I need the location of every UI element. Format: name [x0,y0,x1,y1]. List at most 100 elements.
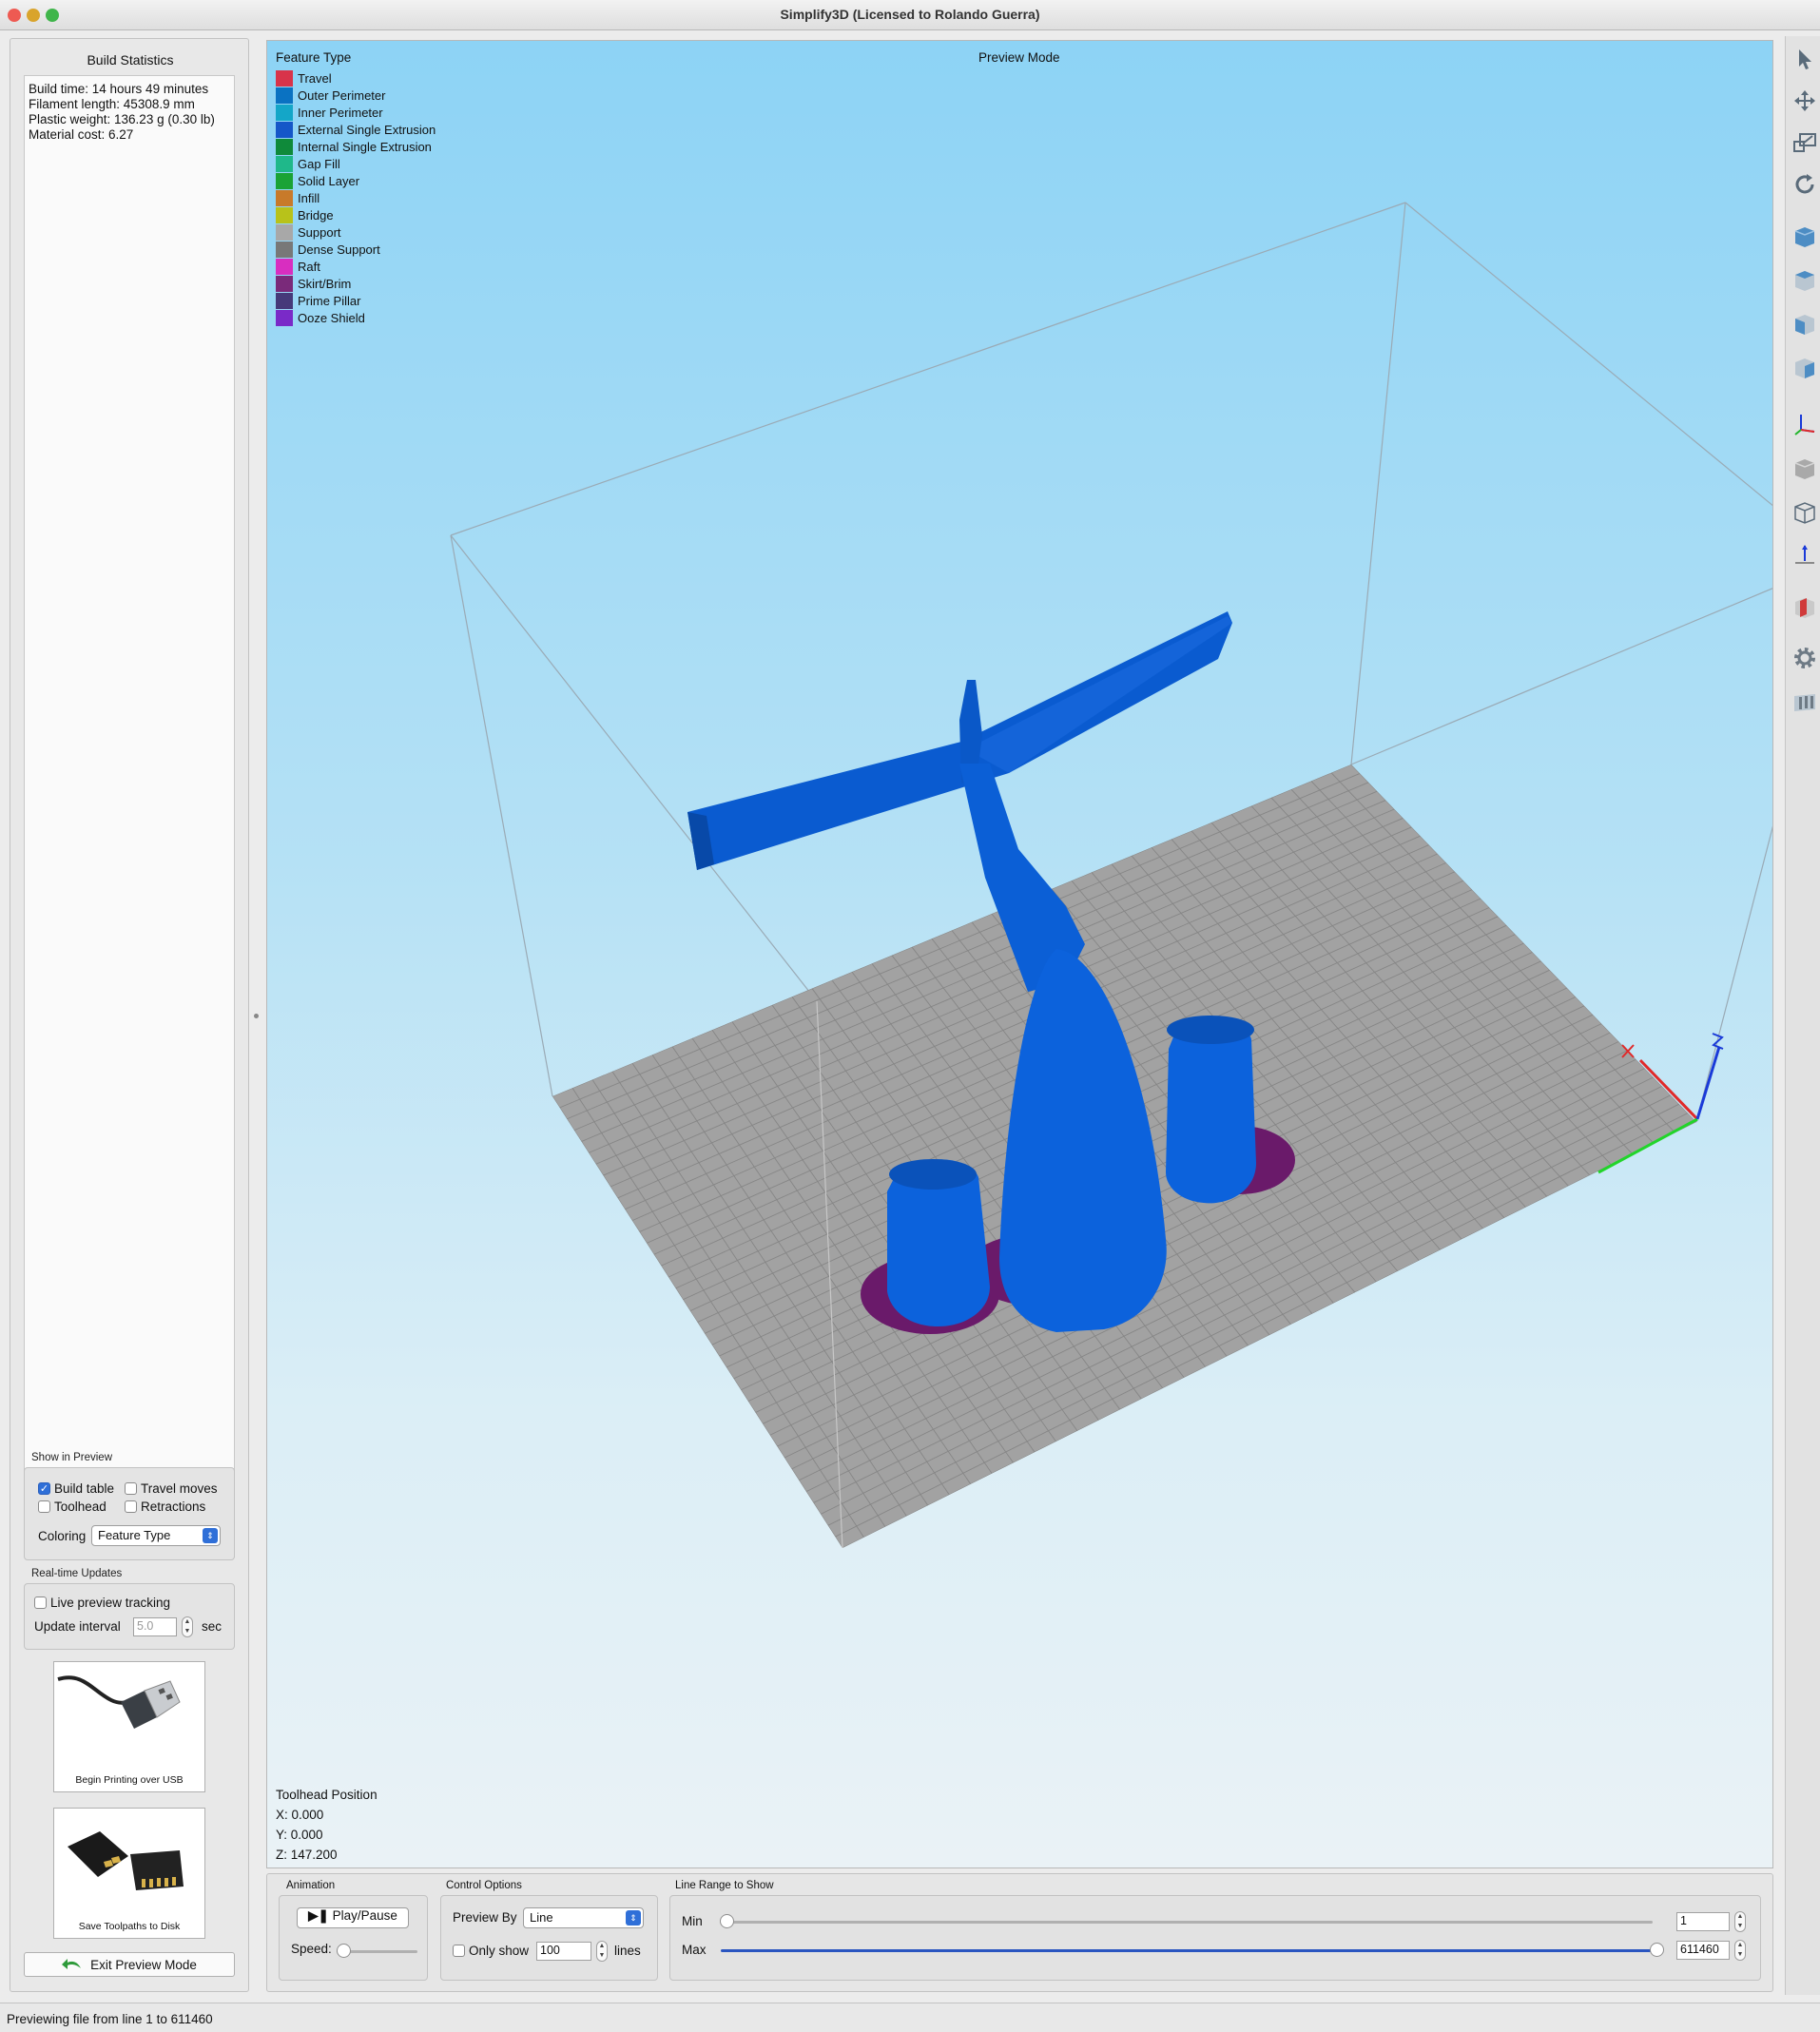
rotate-icon[interactable] [1791,171,1818,198]
left-panel: Build Statistics Build time: 14 hours 49… [10,38,249,1992]
max-label: Max [682,1943,707,1957]
filament-length: Filament length: 45308.9 mm [29,97,195,111]
legend-label: Bridge [298,207,334,223]
live-preview-tracking-checkbox[interactable]: Live preview tracking [34,1596,170,1610]
normals-icon[interactable] [1791,542,1818,569]
check-icon: ✓ [38,1482,50,1495]
panel-splitter[interactable] [254,1014,259,1018]
legend-label: Inner Perimeter [298,105,383,120]
interval-unit: sec [202,1619,223,1634]
travel-moves-checkbox[interactable]: Travel moves [125,1481,218,1496]
legend-swatch [276,258,293,275]
status-text: Previewing file from line 1 to 611460 [7,2012,213,2026]
toolhead-z: Z: 147.200 [276,1848,338,1862]
legend-item: Raft [276,258,320,275]
control-options-group: Preview By Line ⇕ Only show 100 ▲ ▼ lines [440,1895,658,1981]
legend-swatch [276,172,293,189]
preview-viewport[interactable]: Feature Type Preview Mode Travel Outer Pe… [266,40,1773,1868]
realtime-updates-group: Live preview tracking Update interval 5.… [24,1583,235,1650]
legend-label: Travel [298,70,332,86]
move-icon[interactable] [1791,87,1818,114]
begin-printing-usb-button[interactable]: Begin Printing over USB [53,1661,205,1792]
legend-title: Feature Type [276,50,352,65]
update-interval-input[interactable]: 5.0 [133,1617,177,1636]
disk-label: Save Toolpaths to Disk [78,1921,181,1932]
toolhead-title: Toolhead Position [276,1788,378,1802]
preview-mode-label: Preview Mode [978,50,1060,65]
scale-icon[interactable] [1791,129,1818,156]
build-table-checkbox[interactable]: ✓ Build table [38,1481,114,1496]
only-show-lines-input[interactable]: 100 [536,1942,591,1961]
show-axes-icon[interactable] [1791,411,1818,437]
material-cost: Material cost: 6.27 [29,127,134,142]
show-in-preview-label: Show in Preview [31,1452,113,1463]
lines-label: lines [614,1944,641,1958]
view-front-icon[interactable] [1791,223,1818,249]
speed-slider-knob[interactable] [337,1944,351,1958]
update-interval-label: Update interval [34,1619,121,1634]
solid-view-icon[interactable] [1791,455,1818,481]
view-top-icon[interactable] [1791,266,1818,293]
select-pointer-icon[interactable] [1791,46,1818,72]
preview-by-label: Preview By [453,1910,517,1925]
select-arrows-icon: ⇕ [626,1910,641,1926]
max-line-input[interactable]: 611460 [1676,1941,1730,1960]
animation-group: ▶❚ Play/Pause Speed: [279,1895,428,1981]
view-right-icon[interactable] [1791,354,1818,380]
max-slider-knob[interactable] [1650,1943,1664,1957]
min-line-input[interactable]: 1 [1676,1912,1730,1931]
only-show-checkbox[interactable]: Only show [453,1944,529,1958]
sd-card-icon [68,1831,184,1890]
legend-item: Internal Single Extrusion [276,138,432,155]
min-line-stepper[interactable]: ▲ ▼ [1734,1911,1746,1932]
legend-item: Inner Perimeter [276,104,383,121]
settings-gear-icon[interactable] [1791,645,1818,671]
status-bar: Previewing file from line 1 to 611460 [0,2003,1820,2032]
legend-swatch [276,292,293,309]
toolhead-y: Y: 0.000 [276,1828,323,1842]
legend-swatch [276,104,293,121]
view-left-icon[interactable] [1791,310,1818,337]
play-pause-button[interactable]: ▶❚ Play/Pause [297,1907,409,1928]
legend-label: Ooze Shield [298,310,365,325]
legend-label: Internal Single Extrusion [298,139,432,154]
max-slider-track[interactable] [721,1949,1653,1952]
max-line-stepper[interactable]: ▲ ▼ [1734,1940,1746,1961]
title-bar: Simplify3D (Licensed to Rolando Guerra) [0,0,1820,30]
coloring-select[interactable]: Feature Type ⇕ [91,1525,221,1546]
toolhead-x: X: 0.000 [276,1808,324,1822]
retractions-checkbox[interactable]: Retractions [125,1500,205,1514]
line-range-group: Min 1 ▲ ▼ Max 611460 ▲ ▼ [669,1895,1761,1981]
wireframe-view-icon[interactable] [1791,498,1818,525]
cross-section-icon[interactable] [1791,593,1818,620]
legend-swatch [276,155,293,172]
legend-item: Prime Pillar [276,292,360,309]
min-slider-track[interactable] [721,1921,1653,1924]
legend-item: Support [276,223,341,241]
save-toolpaths-button[interactable]: Save Toolpaths to Disk [53,1808,205,1939]
legend-swatch [276,69,293,87]
legend-swatch [276,223,293,241]
legend-item: Solid Layer [276,172,359,189]
update-interval-stepper[interactable]: ▲ ▼ [182,1616,193,1637]
exit-preview-mode-button[interactable]: Exit Preview Mode [24,1952,235,1977]
legend-label: Prime Pillar [298,293,361,308]
print-bed-icon[interactable] [1791,688,1818,715]
legend-label: External Single Extrusion [298,122,436,137]
legend-label: Dense Support [298,242,380,257]
preview-by-select[interactable]: Line ⇕ [523,1907,644,1928]
legend-item: Skirt/Brim [276,275,351,292]
legend-item: Bridge [276,206,334,223]
min-label: Min [682,1914,703,1928]
only-show-stepper[interactable]: ▲ ▼ [596,1941,608,1962]
legend-item: Gap Fill [276,155,340,172]
play-pause-icon: ▶❚ [308,1908,329,1923]
legend-item: Ooze Shield [276,309,365,326]
legend-item: External Single Extrusion [276,121,436,138]
legend-swatch [276,189,293,206]
legend-swatch [276,206,293,223]
min-slider-knob[interactable] [720,1914,734,1928]
legend-label: Outer Perimeter [298,87,386,103]
legend-item: Travel [276,69,332,87]
toolhead-checkbox[interactable]: Toolhead [38,1500,106,1514]
